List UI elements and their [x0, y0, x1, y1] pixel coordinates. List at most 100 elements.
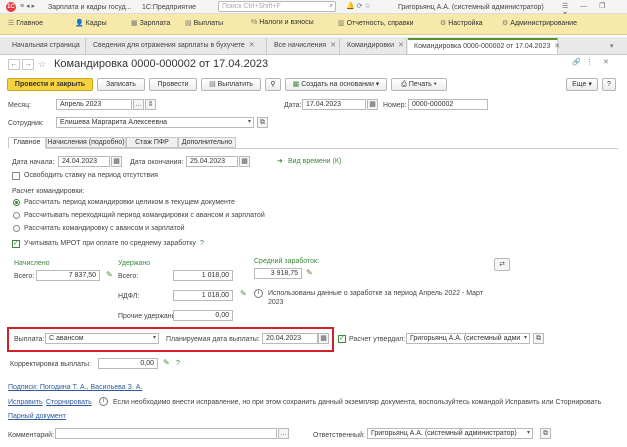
approved-label: Расчет утвердил:	[349, 336, 406, 343]
bell-icon[interactable]: 🔔 ⟳ ☆	[346, 2, 371, 10]
help-button[interactable]: ?	[602, 78, 616, 91]
close-icon[interactable]: ✕	[398, 42, 404, 49]
average-edit-icon[interactable]: ✎	[306, 268, 313, 277]
employee-open-button[interactable]: ⧉	[257, 117, 268, 128]
other-withheld-label: Прочие удержания:	[118, 313, 182, 320]
tab-menu-icon[interactable]: ▾	[610, 42, 614, 50]
pay-button[interactable]: ▤ Выплатить	[201, 78, 261, 91]
tab-current-trip[interactable]: Командировка 0000-000002 от 17.04.2023 ✕	[408, 38, 560, 54]
correction-field[interactable]: 0,00	[98, 358, 158, 369]
month-field[interactable]: Апрель 2023	[56, 99, 132, 110]
radio-calc-whole[interactable]	[13, 199, 20, 206]
reverse-link[interactable]: Сторнировать	[46, 398, 92, 407]
nav-icons[interactable]: ≡ ◂ ▸	[20, 2, 35, 10]
subtab-accruals-detail[interactable]: Начисления (подробно)	[46, 137, 126, 148]
post-and-close-button[interactable]: Провести и закрыть	[7, 78, 93, 91]
radio-calc-transitional[interactable]	[13, 212, 20, 219]
chevron-down-icon[interactable]: ▾	[527, 429, 530, 437]
app-title: Зарплата и кадры госуд...	[48, 4, 132, 11]
correction-edit-icon[interactable]: ✎	[163, 358, 170, 367]
approved-open-button[interactable]: ⧉	[533, 333, 544, 344]
payout-select[interactable]: С авансом ▾	[45, 333, 159, 344]
subtab-line	[8, 148, 618, 149]
accrued-total-field[interactable]: 7 837,50	[36, 270, 100, 281]
fix-note: Если необходимо внести исправление, но п…	[113, 399, 602, 406]
calendar-icon[interactable]: ▦	[367, 99, 378, 110]
create-icon: ▦	[292, 81, 300, 88]
arrow-right-icon: ➜	[277, 158, 283, 165]
close-form-icon[interactable]: ✕	[603, 58, 609, 66]
refresh-button[interactable]: ⇄	[494, 258, 510, 271]
info-text-line1: Использованы данные о заработке за перио…	[268, 290, 483, 297]
number-field[interactable]: 0000-000002	[408, 99, 488, 110]
create-based-button[interactable]: ▦ Создать на основании ▾	[285, 78, 387, 91]
menu-item-admin[interactable]: ⚙ Администрирование	[502, 19, 577, 27]
other-withheld-field[interactable]: 0,00	[173, 310, 233, 321]
calendar-icon[interactable]: ▦	[111, 156, 122, 167]
date-field[interactable]: 17.04.2023	[302, 99, 366, 110]
responsible-open-button[interactable]: ⧉	[540, 428, 551, 439]
back-button[interactable]: ←	[8, 59, 20, 70]
mrot-help-icon[interactable]: ?	[200, 239, 204, 248]
more-options-icon[interactable]: ⋮	[586, 58, 593, 66]
link-icon[interactable]: 🔗	[572, 58, 581, 66]
favorite-icon[interactable]: ☆	[38, 59, 46, 70]
month-decrease-button[interactable]: …	[133, 99, 144, 110]
planned-date-field[interactable]: 20.04.2023	[262, 333, 318, 344]
correction-help-icon[interactable]: ?	[176, 359, 180, 368]
menu-item-payouts[interactable]: ▤ Выплаты	[185, 19, 223, 27]
fix-link[interactable]: Исправить	[8, 398, 43, 407]
calendar-icon[interactable]: ▦	[239, 156, 250, 167]
tab-business-trips[interactable]: Командировки ✕	[341, 38, 407, 54]
signature-link[interactable]: Подписи: Погодина Т. А., Васильева З. А.	[8, 383, 142, 392]
month-stepper[interactable]: ⇕	[145, 99, 156, 110]
subtab-pfr[interactable]: Стаж ПФР	[126, 137, 178, 148]
subtab-main[interactable]: Главное	[8, 137, 46, 149]
start-date-field[interactable]: 24.04.2023	[58, 156, 110, 167]
employee-field[interactable]: Елишева Маргарита Алексеевна ▾	[56, 117, 254, 128]
chevron-down-icon[interactable]: ▾	[153, 334, 156, 342]
forward-button[interactable]: →	[22, 59, 34, 70]
1c-logo-icon: 1С	[6, 2, 16, 12]
chevron-down-icon[interactable]: ▾	[524, 334, 527, 342]
attach-button[interactable]: ⚲	[265, 78, 281, 91]
close-icon[interactable]: ✕	[330, 42, 336, 49]
tab-all-accruals[interactable]: Все начисления ✕	[268, 38, 340, 54]
release-rate-label: Освободить ставку на период отсутствия	[24, 172, 158, 179]
chevron-down-icon[interactable]: ▾	[248, 118, 251, 126]
end-date-field[interactable]: 25.04.2023	[186, 156, 238, 167]
menu-item-settings[interactable]: ⚙ Настройка	[440, 19, 483, 27]
menu-item-salary[interactable]: ▦ Зарплата	[131, 19, 170, 27]
average-earnings-field[interactable]: 3 918,75	[254, 268, 302, 279]
post-button[interactable]: Провести	[149, 78, 197, 91]
approved-checkbox[interactable]: ✓	[338, 335, 346, 343]
radio-calc-with-advance[interactable]	[13, 225, 20, 232]
comment-expand-button[interactable]: …	[278, 428, 289, 439]
menu-item-taxes[interactable]: % Налоги и взносы	[251, 19, 314, 26]
more-button[interactable]: Еще ▾	[566, 78, 598, 91]
ndfl-edit-icon[interactable]: ✎	[240, 289, 247, 298]
close-icon[interactable]: ✕	[554, 43, 560, 50]
paired-document-link[interactable]: Парный документ	[8, 412, 66, 421]
comment-field[interactable]	[55, 428, 277, 439]
menu-item-reports[interactable]: ▥ Отчетность, справки	[338, 19, 414, 27]
tab-home[interactable]: Начальная страница	[6, 38, 86, 54]
release-rate-checkbox[interactable]	[12, 172, 20, 180]
responsible-label: Ответственный:	[313, 432, 365, 439]
subtab-additional[interactable]: Дополнительно	[178, 137, 236, 148]
save-button[interactable]: Записать	[97, 78, 145, 91]
mrot-checkbox[interactable]: ✓	[12, 240, 20, 248]
tab-accounting-info[interactable]: Сведения для отражения зарплаты в бухуче…	[87, 38, 267, 54]
print-button[interactable]: ⎙ Печать ▾	[391, 78, 447, 91]
global-search-input[interactable]: Поиск Ctrl+Shift+F ⌕	[218, 1, 336, 12]
calendar-icon[interactable]: ▦	[318, 333, 329, 344]
responsible-field[interactable]: Григорьянц А.А. (системный администратор…	[367, 428, 533, 439]
approved-by-field[interactable]: Григорьянц А.А. (системный адми ▾	[406, 333, 530, 344]
menu-item-hr[interactable]: 👤 Кадры	[75, 19, 107, 27]
ndfl-field[interactable]: 1 018,00	[173, 290, 233, 301]
close-icon[interactable]: ✕	[249, 42, 255, 49]
time-type-link[interactable]: Вид времени (К)	[288, 157, 341, 166]
withheld-total-field[interactable]: 1 018,00	[173, 270, 233, 281]
accrued-edit-icon[interactable]: ✎	[106, 270, 113, 279]
menu-item-main[interactable]: ☰ Главное	[8, 19, 43, 27]
